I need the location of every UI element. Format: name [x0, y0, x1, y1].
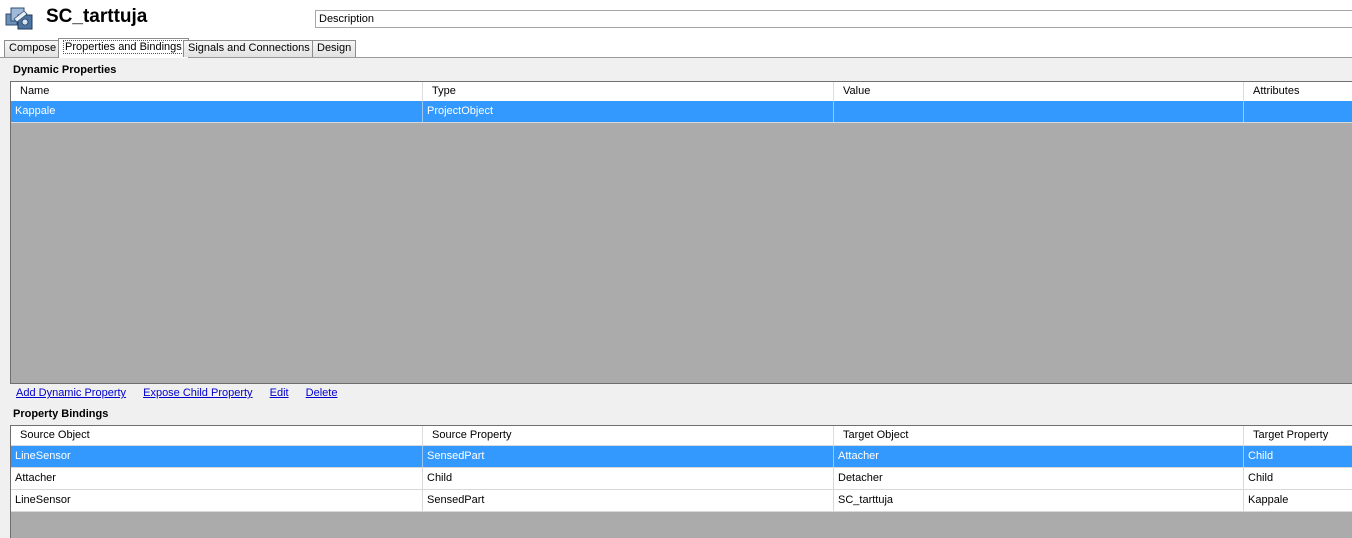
property-bindings-title: Property Bindings: [13, 408, 109, 420]
header: SC_tarttuja: [0, 0, 1352, 38]
column-header-name[interactable]: Name: [11, 82, 423, 101]
tab-signals-and-connections[interactable]: Signals and Connections: [183, 40, 315, 57]
cell-target-object: SC_tarttuja: [834, 490, 1244, 511]
description-input[interactable]: [315, 10, 1352, 28]
dynamic-properties-title: Dynamic Properties: [13, 64, 117, 76]
cell-attributes: [1244, 101, 1352, 122]
cell-source-property: SensedPart: [423, 490, 834, 511]
dynamic-properties-grid[interactable]: Name Type Value Attributes Kappale Proje…: [10, 81, 1352, 384]
column-header-target-property[interactable]: Target Property: [1244, 426, 1352, 445]
cell-source-property: Child: [423, 468, 834, 489]
column-header-source-property[interactable]: Source Property: [423, 426, 834, 445]
cell-target-property: Child: [1244, 446, 1352, 467]
column-header-type[interactable]: Type: [423, 82, 834, 101]
column-header-value[interactable]: Value: [834, 82, 1244, 101]
cell-target-property: Child: [1244, 468, 1352, 489]
expose-child-property-link[interactable]: Expose Child Property: [143, 387, 252, 399]
table-row[interactable]: LineSensor SensedPart Attacher Child: [11, 446, 1352, 468]
dynamic-property-actions: Add Dynamic Property Expose Child Proper…: [16, 387, 351, 399]
grid-header: Name Type Value Attributes: [11, 82, 1352, 102]
tab-label: Properties and Bindings: [63, 40, 184, 54]
tab-properties-and-bindings[interactable]: Properties and Bindings: [58, 38, 189, 58]
table-row[interactable]: LineSensor SensedPart SC_tarttuja Kappal…: [11, 490, 1352, 512]
cell-source-object: LineSensor: [11, 490, 423, 511]
cell-type: ProjectObject: [423, 101, 834, 122]
table-row[interactable]: Attacher Child Detacher Child: [11, 468, 1352, 490]
cell-target-object: Detacher: [834, 468, 1244, 489]
cell-value: [834, 101, 1244, 122]
cell-target-object: Attacher: [834, 446, 1244, 467]
column-header-source-object[interactable]: Source Object: [11, 426, 423, 445]
cell-source-object: Attacher: [11, 468, 423, 489]
column-header-target-object[interactable]: Target Object: [834, 426, 1244, 445]
property-bindings-grid[interactable]: Source Object Source Property Target Obj…: [10, 425, 1352, 538]
page-title: SC_tarttuja: [46, 6, 148, 27]
tab-compose[interactable]: Compose: [4, 40, 62, 57]
smart-component-icon: [5, 5, 35, 33]
edit-link[interactable]: Edit: [270, 387, 289, 399]
grid-header: Source Object Source Property Target Obj…: [11, 426, 1352, 446]
cell-source-property: SensedPart: [423, 446, 834, 467]
tab-strip-border: [0, 57, 1352, 58]
cell-source-object: LineSensor: [11, 446, 423, 467]
cell-name: Kappale: [11, 101, 423, 122]
table-row[interactable]: Kappale ProjectObject: [11, 101, 1352, 123]
tab-design[interactable]: Design: [312, 40, 357, 57]
add-dynamic-property-link[interactable]: Add Dynamic Property: [16, 387, 126, 399]
delete-link[interactable]: Delete: [306, 387, 338, 399]
column-header-attributes[interactable]: Attributes: [1244, 82, 1352, 101]
cell-target-property: Kappale: [1244, 490, 1352, 511]
